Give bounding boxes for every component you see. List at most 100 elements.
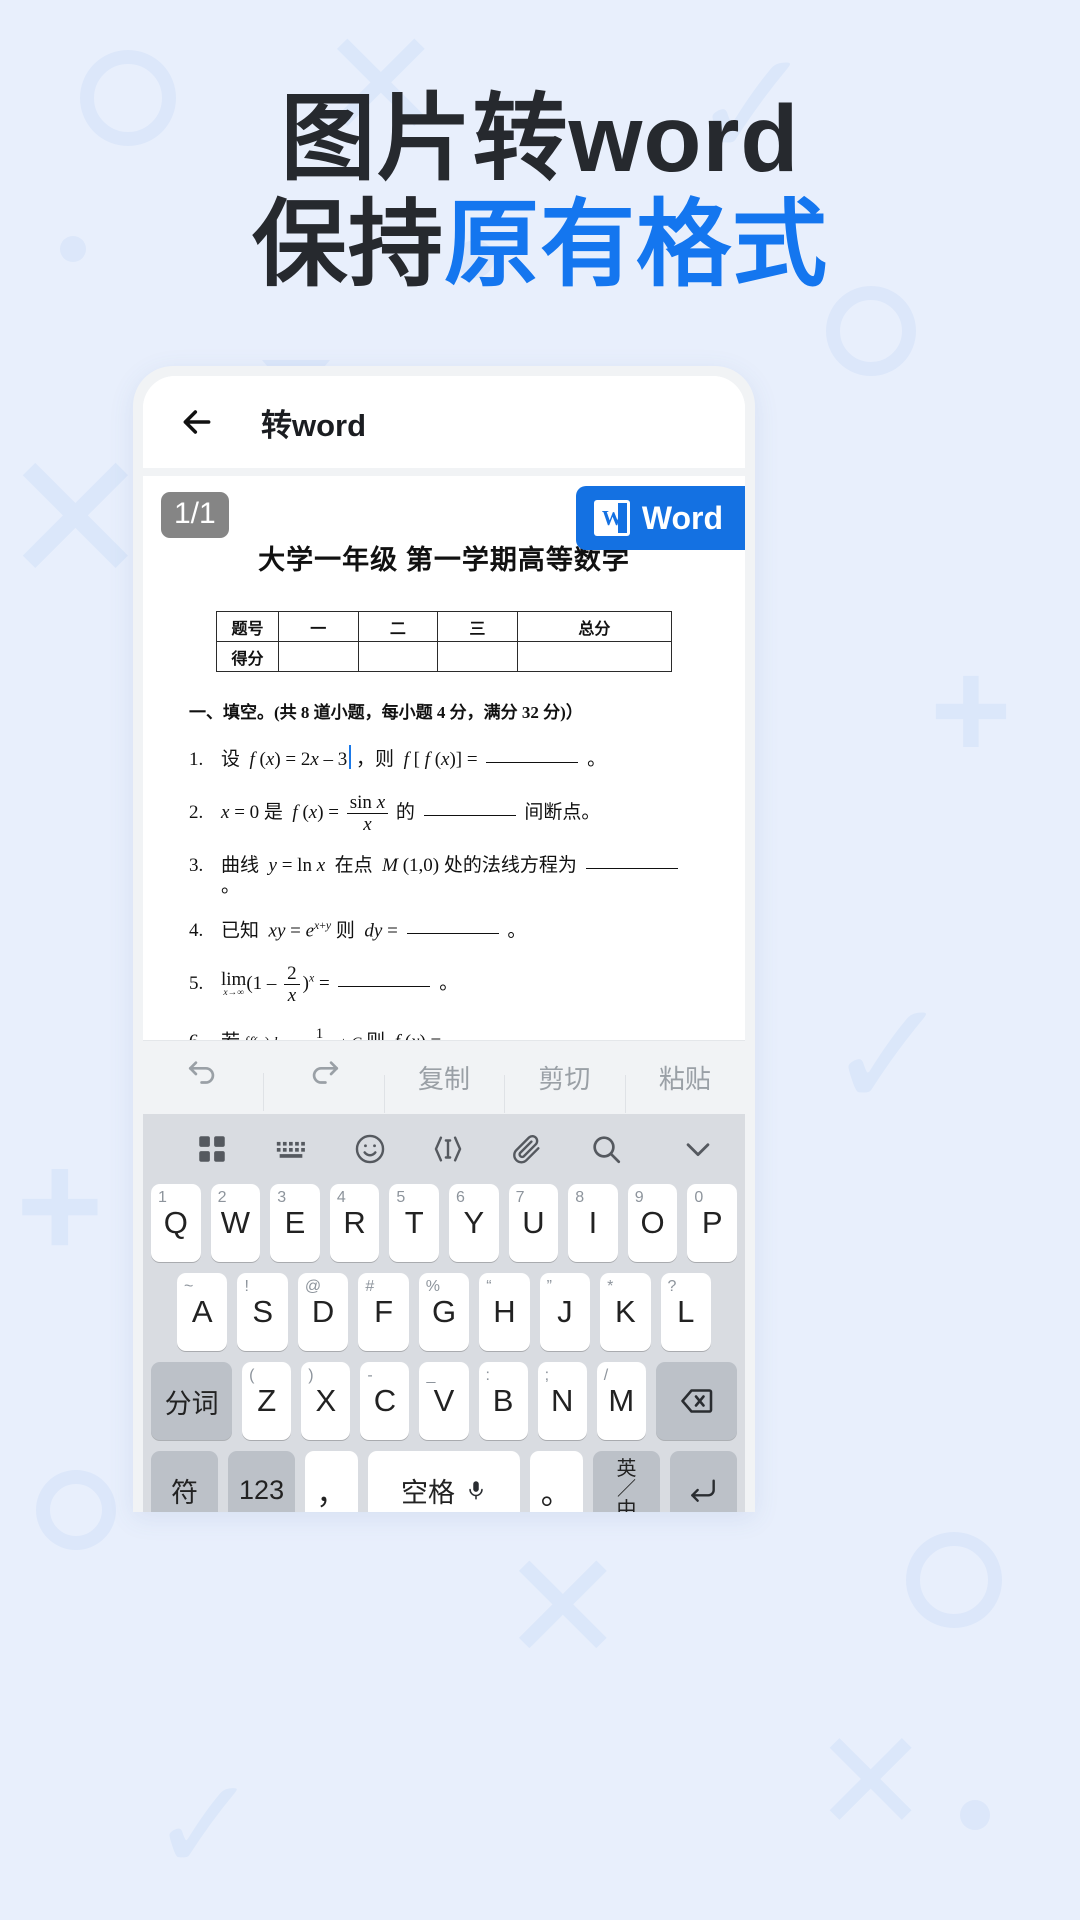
- table-cell: [357, 641, 439, 672]
- table-row-header: 题号: [216, 611, 279, 642]
- key-language-toggle[interactable]: 英 ／ 中: [592, 1451, 660, 1512]
- key-n[interactable]: ; N: [537, 1362, 587, 1440]
- headline-line-2: 保持原有格式: [0, 192, 1080, 298]
- key-enter[interactable]: [669, 1451, 738, 1512]
- question-number: 5.: [189, 972, 204, 994]
- redo-button[interactable]: [263, 1057, 383, 1111]
- key-r[interactable]: 4R: [329, 1184, 380, 1262]
- text-cursor-icon: [435, 1136, 462, 1162]
- key-comma[interactable]: ，: [305, 1451, 359, 1512]
- question-body: x = 0 是 f (x) = sin xx 的 间断点。: [221, 791, 601, 835]
- key-numeric[interactable]: 123: [228, 1451, 296, 1512]
- virtual-keyboard: 1Q 2W 3E 4R 5T 6Y 7U 8I 9O 0P ~ A ! S @ D #…: [143, 1114, 745, 1512]
- key-word-segment[interactable]: 分词: [150, 1362, 233, 1440]
- key-j[interactable]: ” J: [539, 1273, 591, 1351]
- key-i[interactable]: 8I: [568, 1184, 618, 1262]
- key-e[interactable]: 3E: [270, 1184, 320, 1262]
- search-icon: [593, 1136, 620, 1164]
- question-body: 已知 xy = ex+y 则 dy = 。: [221, 918, 527, 941]
- table-cell: [516, 641, 673, 672]
- key-o[interactable]: 9O: [627, 1184, 678, 1262]
- copy-button[interactable]: 复制: [383, 1059, 504, 1113]
- key-q[interactable]: 1Q: [151, 1184, 201, 1262]
- key-y[interactable]: 6Y: [449, 1184, 499, 1262]
- emoji-button[interactable]: [330, 1132, 409, 1166]
- enter-icon: [691, 1479, 716, 1502]
- question-item: 6. 若 ∫f(x)dx = 11+x2+ C 则 f (x) = 。: [189, 1026, 699, 1040]
- deco-plus: +: [930, 631, 1012, 788]
- deco-check: ✓: [150, 1752, 259, 1898]
- document-page[interactable]: 1/1 W Word 大学一年级 第一学期高等数学 题号 一 二 三 总分 得分: [143, 476, 745, 1040]
- key-l[interactable]: ? L: [660, 1273, 711, 1351]
- deco-ring: [36, 1470, 116, 1550]
- undo-icon: [189, 1061, 215, 1084]
- table-cell: 总分: [516, 611, 673, 642]
- deco-ring: [906, 1532, 1002, 1628]
- key-t[interactable]: 5T: [389, 1184, 439, 1262]
- keyboard-row-4: 符 123 ， 空格 。 英 ／ 中: [143, 1451, 745, 1512]
- question-item: 5. lim x→∞ (1 – 2 x)x = 。: [189, 964, 699, 1005]
- question-body: 若 ∫f(x)dx = 11+x2+ C 则 f (x) = 。: [221, 1026, 552, 1040]
- key-space[interactable]: 空格: [368, 1451, 520, 1512]
- deco-dot: [960, 1800, 990, 1830]
- back-arrow-icon[interactable]: [177, 402, 217, 442]
- phone-screen: 转word 1/1 W Word 大学一年级 第一学期高等数学 题号 一 二 三…: [143, 376, 745, 1512]
- question-item: 3. 曲线 y = ln x 在点 M (1,0) 处的法线方程为 。: [189, 855, 699, 898]
- key-h[interactable]: “H: [479, 1273, 530, 1351]
- key-u[interactable]: 7U: [508, 1184, 559, 1262]
- section-heading: 一、填空。(共 8 道小题，每小题 4 分，满分 32 分)）: [189, 703, 583, 722]
- deco-check: ✓: [826, 971, 952, 1139]
- document-viewer: 1/1 W Word 大学一年级 第一学期高等数学 题号 一 二 三 总分 得分: [143, 468, 745, 1040]
- undo-button[interactable]: [143, 1057, 263, 1098]
- question-body: lim x→∞ (1 – 2 x)x = 。: [221, 962, 459, 1006]
- redo-icon: [312, 1061, 338, 1084]
- deco-cross: ✕: [0, 419, 151, 620]
- paste-button[interactable]: 粘贴: [624, 1059, 745, 1113]
- collapse-keyboard-button[interactable]: [645, 1132, 715, 1166]
- question-item: 4. 已知 xy = ex+y 则 dy = 。: [189, 918, 699, 942]
- edit-toolbar: 复制 剪切 粘贴: [143, 1040, 745, 1114]
- grid-icon: [199, 1136, 226, 1162]
- key-period[interactable]: 。: [529, 1451, 583, 1512]
- table-row: 得分: [216, 641, 673, 672]
- question-number: 1.: [189, 749, 204, 770]
- search-button[interactable]: [566, 1132, 645, 1166]
- key-s[interactable]: ! S: [237, 1273, 288, 1351]
- key-a[interactable]: ~ A: [177, 1273, 228, 1351]
- grid-button[interactable]: [173, 1132, 252, 1166]
- headline-line-1: 图片转word: [280, 86, 800, 192]
- key-m[interactable]: / M: [596, 1362, 646, 1440]
- questions-section: 一、填空。(共 8 道小题，每小题 4 分，满分 32 分)） 1. 设 f (…: [143, 672, 745, 1040]
- deco-cross: ✕: [500, 1523, 626, 1691]
- key-p[interactable]: 0P: [687, 1184, 737, 1262]
- table-cell: 三: [437, 611, 518, 642]
- clip-button[interactable]: [488, 1132, 567, 1166]
- keypad-button[interactable]: [252, 1132, 331, 1166]
- paperclip-icon: [513, 1134, 540, 1164]
- export-word-label: Word: [641, 499, 723, 536]
- text-caret: [349, 745, 352, 769]
- deco-ring: [826, 286, 916, 376]
- cut-button[interactable]: 剪切: [504, 1059, 624, 1113]
- export-word-button[interactable]: W Word: [575, 486, 745, 550]
- key-b[interactable]: :B: [478, 1362, 528, 1440]
- keyboard-row-2: ~ A ! S @ D # F % G “H ” J * K ? L: [143, 1273, 745, 1351]
- text-edit-button[interactable]: [409, 1132, 488, 1166]
- key-k[interactable]: * K: [600, 1273, 651, 1351]
- key-w[interactable]: 2W: [210, 1184, 261, 1262]
- question-number: 6.: [189, 1031, 211, 1040]
- key-z[interactable]: (Z: [242, 1362, 292, 1440]
- headline-line-2-dark: 保持: [251, 192, 444, 299]
- table-cell: [437, 641, 518, 672]
- key-symbols[interactable]: 符: [151, 1451, 219, 1512]
- table-cell: 一: [278, 611, 359, 642]
- key-f[interactable]: # F: [358, 1273, 409, 1351]
- key-v[interactable]: _ V: [419, 1362, 469, 1440]
- key-d[interactable]: @ D: [297, 1273, 349, 1351]
- question-number: 4.: [189, 920, 204, 941]
- phone-mockup: 转word 1/1 W Word 大学一年级 第一学期高等数学 题号 一 二 三…: [133, 366, 755, 1512]
- key-c[interactable]: -C: [360, 1362, 410, 1440]
- key-backspace[interactable]: [655, 1362, 738, 1440]
- key-g[interactable]: % G: [418, 1273, 470, 1351]
- key-x[interactable]: ) X: [301, 1362, 351, 1440]
